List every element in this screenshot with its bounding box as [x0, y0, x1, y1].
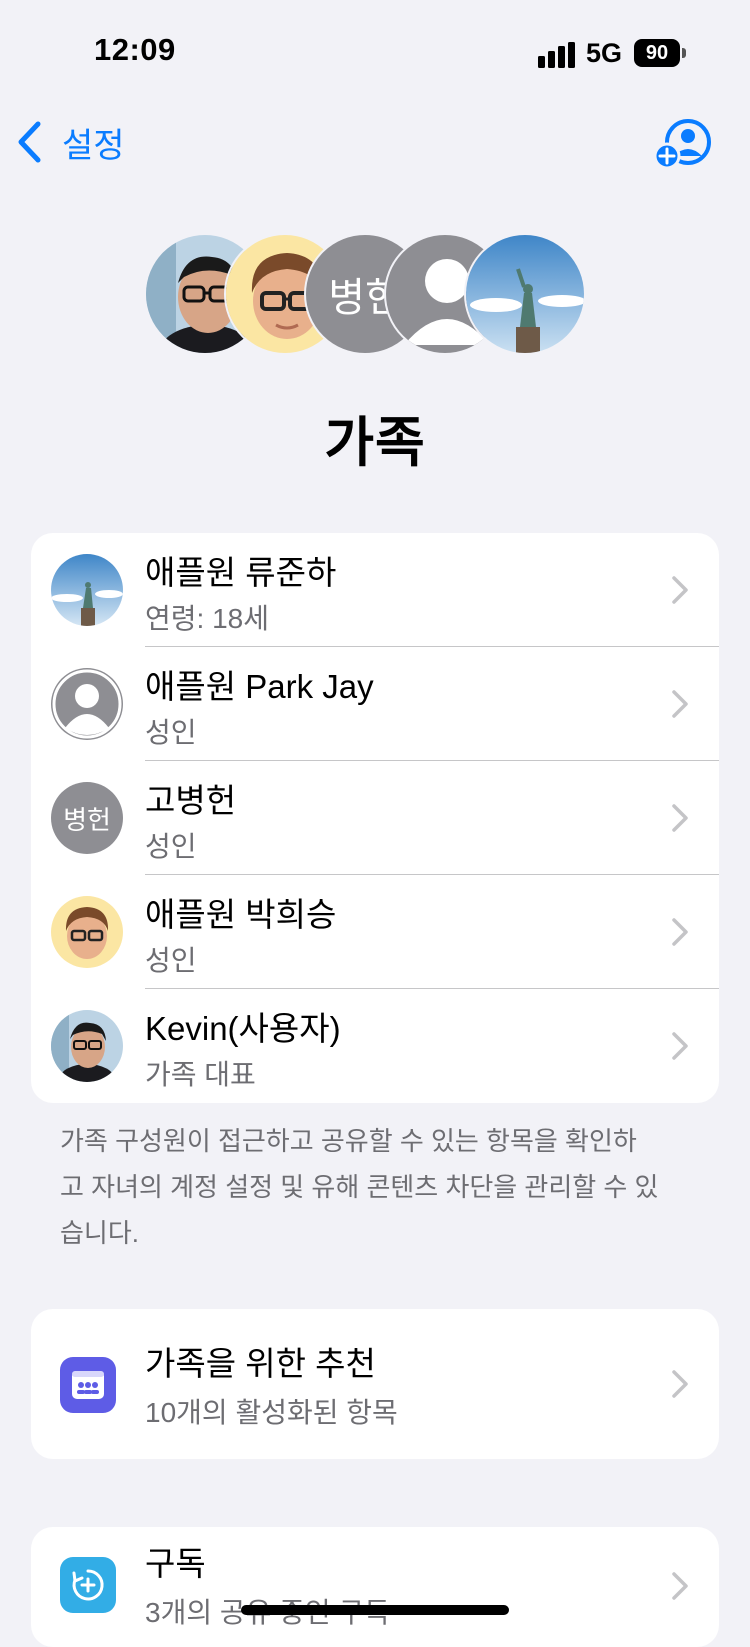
home-indicator[interactable] [241, 1605, 509, 1615]
member-row-park-heeseung[interactable]: 애플원 박희승 성인 [31, 875, 719, 989]
member-role: 연령: 18세 [145, 603, 269, 634]
member-avatar-initials: 병헌 [51, 782, 123, 854]
member-row-kevin[interactable]: Kevin(사용자) 가족 대표 [31, 989, 719, 1103]
cellular-signal-icon [538, 42, 575, 68]
subscription-add-icon [60, 1557, 116, 1613]
feature-title: 가족을 위한 추천 [145, 1345, 376, 1382]
avatar-statue [464, 233, 586, 355]
feature-title: 구독 [145, 1545, 206, 1582]
member-avatar-placeholder [51, 668, 123, 740]
member-row-go[interactable]: 병헌 고병헌 성인 [31, 761, 719, 875]
network-type: 5G [586, 38, 623, 68]
member-name: 고병헌 [145, 782, 237, 819]
member-name: 애플원 박희승 [145, 896, 337, 933]
page-title: 가족 [324, 413, 426, 473]
family-members-list: 애플원 류준하 연령: 18세 애플원 Park Jay 성인 병헌 고병헌 성… [31, 533, 719, 1103]
member-role: 성인 [145, 945, 197, 976]
member-name: 애플원 류준하 [145, 554, 337, 591]
member-avatar-selfie [51, 1010, 123, 1082]
member-avatar-memoji [51, 896, 123, 968]
chevron-right-icon [672, 1572, 688, 1600]
member-row-park-jay[interactable]: 애플원 Park Jay 성인 [31, 647, 719, 761]
member-role: 성인 [145, 717, 197, 748]
status-time: 12:09 [94, 32, 176, 67]
family-description: 가족 구성원이 접근하고 공유할 수 있는 항목을 확인하고 자녀의 계정 설정… [60, 1126, 659, 1248]
member-name: 애플원 Park Jay [145, 668, 374, 705]
member-name: Kevin(사용자) [145, 1010, 341, 1047]
chevron-right-icon [672, 1370, 688, 1398]
chevron-right-icon [672, 1032, 688, 1060]
family-checklist-icon [60, 1357, 116, 1413]
back-button-label: 설정 [62, 126, 125, 165]
subscriptions-row[interactable]: 구독 3개의 공유 중인 구독 [31, 1527, 719, 1647]
member-initials: 병헌 [63, 804, 111, 835]
member-avatar-statue [51, 554, 123, 626]
back-button[interactable]: 설정 [16, 116, 125, 168]
battery-icon: 90 [634, 39, 686, 69]
family-avatar-stack: 병헌 [144, 233, 604, 357]
feature-subtitle: 10개의 활성화된 항목 [145, 1397, 398, 1428]
recommendations-card: 가족을 위한 추천 10개의 활성화된 항목 [31, 1309, 719, 1459]
chevron-right-icon [672, 690, 688, 718]
chevron-right-icon [672, 918, 688, 946]
add-family-member-icon[interactable] [654, 116, 714, 170]
member-row-ryu[interactable]: 애플원 류준하 연령: 18세 [31, 533, 719, 647]
battery-level: 90 [634, 39, 680, 67]
family-recommendations-row[interactable]: 가족을 위한 추천 10개의 활성화된 항목 [31, 1309, 719, 1459]
status-bar: 12:09 5G 90 [0, 0, 750, 110]
subscriptions-card: 구독 3개의 공유 중인 구독 [31, 1527, 719, 1647]
member-role: 가족 대표 [145, 1059, 256, 1090]
member-role: 성인 [145, 831, 197, 862]
chevron-left-icon [18, 121, 41, 163]
chevron-right-icon [672, 804, 688, 832]
chevron-right-icon [672, 576, 688, 604]
